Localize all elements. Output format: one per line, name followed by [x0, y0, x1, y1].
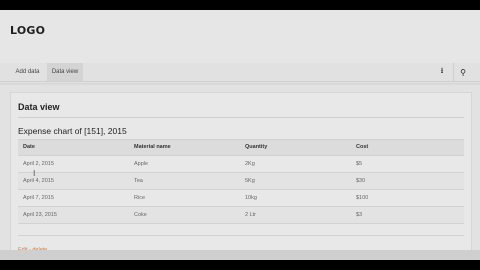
panel-title: Data view: [18, 102, 60, 112]
cell-material: Coke: [134, 212, 147, 218]
cell-material: Rice: [134, 195, 146, 201]
cell-quantity: 10kg: [245, 195, 257, 201]
search-icon: ⚲: [460, 67, 466, 77]
cell-material: Apple: [134, 161, 149, 167]
divider: [18, 235, 464, 236]
tab-data-view[interactable]: Data view: [47, 63, 83, 81]
column-header-cost[interactable]: Cost: [356, 140, 368, 155]
column-header-quantity[interactable]: Quantity: [245, 140, 267, 155]
navbar-shadow: [0, 83, 480, 86]
upload-icon: ⭳: [440, 66, 444, 75]
expense-table: Date Material name Quantity Cost April 2…: [18, 139, 464, 224]
cell-date: April 23, 2015: [23, 212, 57, 218]
table-header-row: Date Material name Quantity Cost: [18, 139, 464, 156]
upload-button[interactable]: ⭳: [433, 63, 451, 81]
app-window: LOGO Add data Data view ⭳ ⚲ Data view Ex…: [0, 10, 480, 260]
cell-quantity: 2 Ltr: [245, 212, 257, 218]
cell-cost: $5: [356, 161, 363, 167]
cell-cost: $30: [356, 178, 366, 184]
navbar: Add data Data view ⭳ ⚲: [0, 63, 480, 82]
column-header-date[interactable]: Date: [23, 140, 35, 155]
table-row[interactable]: April 2, 2015 Apple 2Kg $5: [18, 156, 464, 173]
column-header-material[interactable]: Material name: [134, 140, 171, 155]
text-cursor-icon: I: [33, 169, 36, 178]
table-row[interactable]: April 4, 2015 Tea 5Kg $30: [18, 173, 464, 190]
cell-quantity: 5Kg: [245, 178, 255, 184]
cell-quantity: 2Kg: [245, 161, 255, 167]
cell-date: April 2, 2015: [23, 161, 54, 167]
table-row[interactable]: April 23, 2015 Coke 2 Ltr $3: [18, 207, 464, 224]
table-row[interactable]: April 7, 2015 Rice 10kg $100: [18, 190, 464, 207]
cell-cost: $3: [356, 212, 363, 218]
cell-cost: $100: [356, 195, 369, 201]
data-view-panel: Data view Expense chart of [151], 2015 D…: [10, 92, 472, 260]
table-title: Expense chart of [151], 2015: [18, 126, 127, 136]
search-button[interactable]: ⚲: [453, 63, 472, 81]
header: LOGO: [0, 10, 480, 63]
divider: [18, 117, 464, 118]
cell-material: Tea: [134, 178, 143, 184]
tab-add-data[interactable]: Add data: [10, 63, 45, 81]
logo: LOGO: [10, 24, 46, 37]
window-bottom-edge: [0, 250, 480, 260]
cell-date: April 4, 2015: [23, 178, 54, 184]
cell-date: April 7, 2015: [23, 195, 54, 201]
